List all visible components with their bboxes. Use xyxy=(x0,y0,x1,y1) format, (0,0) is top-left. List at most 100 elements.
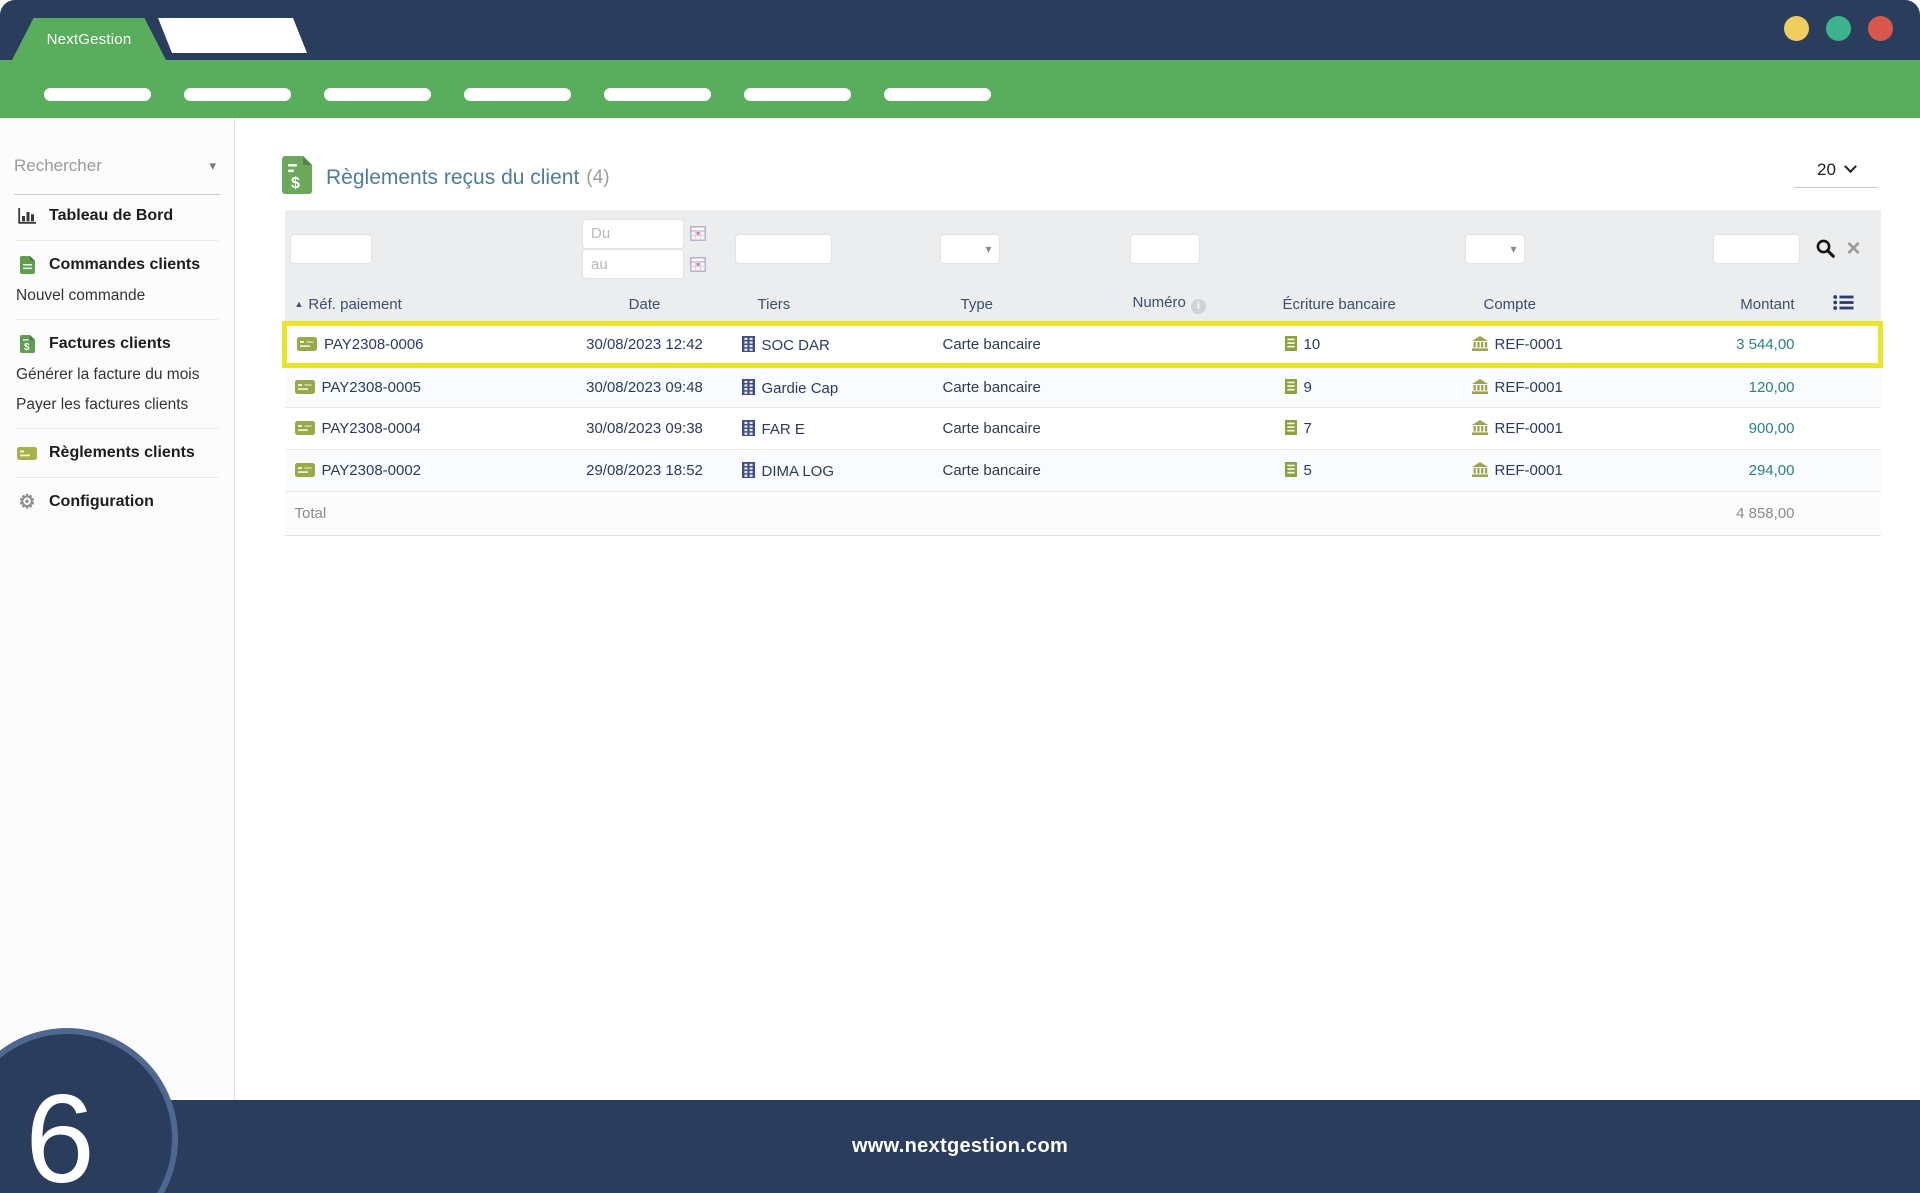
filter-ref-input[interactable] xyxy=(290,234,371,263)
column-header-ref[interactable]: ▲ Réf. paiement xyxy=(284,287,560,324)
payment-card-icon xyxy=(294,380,315,394)
nav-pill[interactable] xyxy=(604,88,711,101)
column-header-numero[interactable]: Numéro i xyxy=(1124,287,1275,324)
payment-card-icon xyxy=(16,446,38,460)
sidebar-item-generer-facture[interactable]: Générer la facture du mois xyxy=(0,360,234,390)
column-list-icon[interactable] xyxy=(1813,294,1854,311)
column-header-tiers[interactable]: Tiers xyxy=(729,287,935,324)
payment-date: 29/08/2023 18:52 xyxy=(559,449,730,492)
tiers-link[interactable]: Gardie Cap xyxy=(762,380,839,397)
clear-filters-icon[interactable]: × xyxy=(1847,236,1861,261)
account-link[interactable]: REF-0001 xyxy=(1495,336,1563,353)
order-document-icon xyxy=(16,256,38,274)
brand-tab[interactable]: NextGestion xyxy=(12,18,166,60)
sidebar-item-configuration[interactable]: ⚙ Configuration xyxy=(0,486,234,518)
account-link[interactable]: REF-0001 xyxy=(1495,420,1563,437)
payment-row[interactable]: PAY2308-0006 30/08/2023 12:42 SOC DAR Ca… xyxy=(282,321,1883,368)
brand-name: NextGestion xyxy=(46,30,132,48)
account-link[interactable]: REF-0001 xyxy=(1495,462,1563,479)
payment-numero xyxy=(1124,321,1275,368)
svg-text:$: $ xyxy=(291,175,300,192)
filter-date-to-input[interactable] xyxy=(583,250,683,278)
nav-pill[interactable] xyxy=(464,88,571,101)
sidebar-item-nouvel-commande[interactable]: Nouvel commande xyxy=(0,281,234,311)
nav-pill[interactable] xyxy=(884,88,991,101)
payment-ref-link[interactable]: PAY2308-0004 xyxy=(322,420,422,437)
company-building-icon xyxy=(741,461,755,478)
total-label: Total xyxy=(284,491,560,536)
nav-pill[interactable] xyxy=(744,88,851,101)
sidebar: ▾ Tableau de Bord Commandes clients Nouv… xyxy=(0,118,235,1100)
sidebar-item-label: Factures clients xyxy=(49,335,171,352)
column-header-ecriture[interactable]: Écriture bancaire xyxy=(1274,287,1460,324)
sidebar-item-label: Configuration xyxy=(49,493,154,510)
filter-tiers-input[interactable] xyxy=(735,234,831,263)
search-input[interactable] xyxy=(14,156,184,176)
payment-row[interactable]: PAY2308-0002 29/08/2023 18:52 DIMA LOG C… xyxy=(284,449,1881,492)
bank-entry-link[interactable]: 9 xyxy=(1304,379,1312,396)
inactive-tab[interactable] xyxy=(158,18,307,53)
svg-text:$: $ xyxy=(24,342,30,353)
filter-row: ▾ ▾ × xyxy=(284,210,1881,288)
title-bar: NextGestion xyxy=(0,0,1920,60)
bank-account-icon xyxy=(1471,379,1488,394)
payment-date: 30/08/2023 12:42 xyxy=(559,321,730,368)
minimize-button[interactable] xyxy=(1784,16,1809,41)
payment-ref-link[interactable]: PAY2308-0006 xyxy=(324,336,424,353)
column-header-date[interactable]: Date xyxy=(559,287,730,324)
payment-card-icon xyxy=(294,463,315,477)
payment-card-icon xyxy=(294,421,315,435)
tiers-link[interactable]: FAR E xyxy=(762,421,805,438)
filter-montant-input[interactable] xyxy=(1713,234,1799,263)
filter-numero-input[interactable] xyxy=(1130,234,1199,263)
sidebar-item-reglements-clients[interactable]: Règlements clients xyxy=(0,437,234,469)
chevron-down-icon xyxy=(1844,160,1857,174)
filter-compte-select[interactable]: ▾ xyxy=(1465,234,1524,263)
nav-pills xyxy=(0,60,1920,101)
sidebar-item-commandes-clients[interactable]: Commandes clients xyxy=(0,249,234,281)
column-header-montant[interactable]: Montant xyxy=(1699,287,1805,324)
table-header-row: ▲ Réf. paiement Date Tiers Type Numéro i É… xyxy=(284,287,1881,324)
payment-ref-link[interactable]: PAY2308-0005 xyxy=(322,379,422,396)
filter-date-from-input[interactable] xyxy=(583,219,683,248)
tiers-link[interactable]: DIMA LOG xyxy=(762,463,835,480)
footer-url: www.nextgestion.com xyxy=(851,1135,1069,1157)
maximize-button[interactable] xyxy=(1826,16,1851,41)
sidebar-item-tableau-de-bord[interactable]: Tableau de Bord xyxy=(0,200,234,232)
nav-pill[interactable] xyxy=(44,88,151,101)
column-header-type[interactable]: Type xyxy=(934,287,1125,324)
account-link[interactable]: REF-0001 xyxy=(1495,379,1563,396)
sort-asc-icon: ▲ xyxy=(294,298,304,309)
payment-numero xyxy=(1124,365,1275,408)
sidebar-search[interactable]: ▾ xyxy=(14,138,220,195)
payment-card-icon xyxy=(297,337,317,351)
record-count: (4) xyxy=(586,166,610,188)
sidebar-item-payer-factures[interactable]: Payer les factures clients xyxy=(0,390,234,420)
filter-type-select[interactable]: ▾ xyxy=(940,234,999,263)
bank-entry-link[interactable]: 7 xyxy=(1304,420,1312,437)
search-icon[interactable] xyxy=(1815,238,1836,259)
bank-entry-link[interactable]: 5 xyxy=(1304,462,1312,479)
invoice-document-icon: $ xyxy=(16,335,38,353)
bank-account-icon xyxy=(1471,336,1488,351)
payments-table: ▾ ▾ × ▲Réf. paiement xyxy=(282,210,1883,536)
nav-pill[interactable] xyxy=(324,88,431,101)
bank-account-icon xyxy=(1471,420,1488,435)
close-button[interactable] xyxy=(1868,16,1893,41)
tiers-link[interactable]: SOC DAR xyxy=(762,337,830,354)
bank-entry-link[interactable]: 10 xyxy=(1304,336,1321,353)
window-controls xyxy=(1784,16,1893,41)
divider xyxy=(16,428,218,429)
calendar-icon[interactable] xyxy=(690,226,706,241)
column-header-compte[interactable]: Compte xyxy=(1459,287,1700,324)
payment-amount: 294,00 xyxy=(1699,449,1805,492)
sidebar-item-label: Commandes clients xyxy=(49,256,201,273)
payment-ref-link[interactable]: PAY2308-0002 xyxy=(322,462,422,479)
nav-pill[interactable] xyxy=(184,88,291,101)
calendar-icon[interactable] xyxy=(690,256,706,272)
payment-row[interactable]: PAY2308-0005 30/08/2023 09:48 Gardie Cap… xyxy=(284,365,1881,408)
payment-row[interactable]: PAY2308-0004 30/08/2023 09:38 FAR E Cart… xyxy=(284,407,1881,450)
payment-amount: 120,00 xyxy=(1699,365,1805,408)
page-size-select[interactable]: 20 xyxy=(1794,152,1878,188)
sidebar-item-factures-clients[interactable]: $ Factures clients xyxy=(0,328,234,360)
